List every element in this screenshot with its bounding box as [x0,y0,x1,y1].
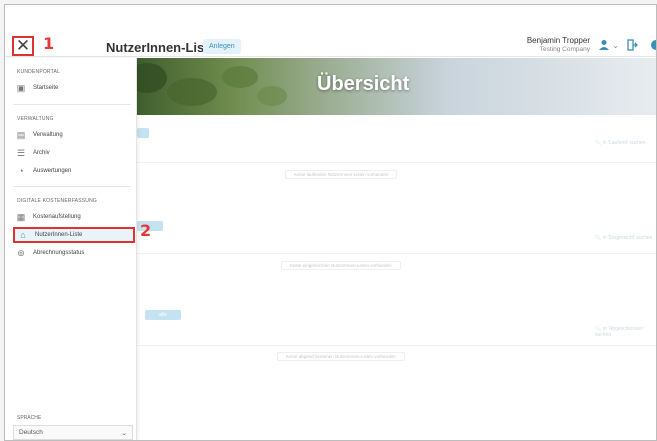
divider-line [137,162,656,163]
search-placeholder: in 'Abgeschlossen' suchen [595,326,644,338]
anlegen-button[interactable]: Anlegen [203,39,241,54]
close-menu-button[interactable]: ✕ [12,36,34,56]
hero-foliage [222,66,258,88]
filter-badge-alle: alle [159,312,167,318]
users-icon: ⌂ [20,230,26,240]
section-header-pill [137,128,149,138]
section-header-pill[interactable]: alle [145,310,181,320]
close-icon: ✕ [15,36,31,55]
main-content: Übersicht 🔍︎ in 'Laufend' suchen Keine l… [137,58,656,440]
page-title: NutzerInnen-Liste [106,40,216,55]
sidebar-item-auswertungen[interactable]: ◔ Auswertungen [15,163,71,179]
sidebar-item-label: Verwaltung [33,132,63,138]
logout-icon[interactable] [627,39,638,54]
cost-list-icon: ▦ [16,211,26,222]
search-placeholder: in 'Laufend' suchen [602,140,646,146]
billing-status-icon: ⊚ [17,247,25,258]
sidebar-divider [13,186,131,187]
empty-state-message: Keine abgeschlossenen NutzerInnen-Listen… [277,352,405,361]
app-window: ✕ 1 NutzerInnen-Liste Anlegen Benjamin T… [4,4,657,441]
user-name: Benjamin Tropper [526,36,590,45]
search-placeholder: in 'Eingereicht' suchen [602,235,653,241]
empty-state-message: Keine eingereichten NutzerInnen-Listen v… [281,261,401,270]
hero-foliage [257,86,287,106]
sidebar-item-label: NutzerInnen-Liste [35,232,83,238]
language-select[interactable]: Deutsch ⌄ [13,425,133,440]
callout-number-1: 1 [43,34,55,53]
top-bar: ✕ 1 NutzerInnen-Liste Anlegen Benjamin T… [5,5,656,57]
sidebar: KUNDENPORTAL ▣ Startseite VERWALTUNG ▤ V… [5,58,137,440]
info-icon[interactable] [650,39,656,54]
empty-state-message: Keine laufenden NutzerInnen-Listen vorha… [285,170,398,179]
sidebar-divider [13,104,131,105]
search-abgeschlossen[interactable]: 🔍︎ in 'Abgeschlossen' suchen [595,326,656,338]
sidebar-item-archiv[interactable]: ☰ Archiv [15,145,50,161]
sidebar-item-kostenaufstellung[interactable]: ▦ Kostenaufstellung [15,209,81,225]
section-heading-verwaltung: VERWALTUNG [17,116,54,122]
hero-foliage [137,63,167,93]
content-overlay: 🔍︎ in 'Laufend' suchen Keine laufenden N… [137,115,656,440]
language-label: SPRACHE [17,415,42,421]
sidebar-item-label: Auswertungen [33,168,72,174]
hero-foliage [167,78,217,106]
sidebar-item-abrechnungsstatus[interactable]: ⊚ Abrechnungsstatus [15,245,84,261]
sidebar-item-label: Archiv [33,150,50,156]
user-info[interactable]: Benjamin Tropper Testing Company [527,36,590,53]
sidebar-item-label: Kostenaufstellung [33,214,81,220]
sidebar-item-label: Startseite [33,85,59,91]
reports-icon: ◔ [18,166,24,176]
hero-banner: Übersicht [137,58,656,115]
search-icon: 🔍︎ [595,235,603,241]
hero-title: Übersicht [317,73,410,95]
archive-icon: ☰ [16,147,26,158]
search-eingereicht[interactable]: 🔍︎ in 'Eingereicht' suchen [595,235,652,241]
chevron-down-icon: ⌄ [121,429,127,437]
admin-icon: ▤ [16,129,26,140]
section-heading-digitale-kostenerfassung: DIGITALE KOSTENERFASSUNG [17,198,98,204]
language-value: Deutsch [19,429,43,436]
dashboard-icon: ▣ [16,82,26,93]
sidebar-item-startseite[interactable]: ▣ Startseite [15,80,59,96]
sidebar-item-label: Abrechnungsstatus [33,250,85,256]
search-icon: 🔍︎ [595,140,603,146]
user-company: Testing Company [539,46,590,53]
sidebar-item-nutzerinnen-liste[interactable]: ⌂ NutzerInnen-Liste [13,227,135,243]
search-laufend[interactable]: 🔍︎ in 'Laufend' suchen [595,140,646,146]
divider-line [137,253,656,254]
sidebar-item-verwaltung[interactable]: ▤ Verwaltung [15,127,63,143]
section-heading-kundenportal: KUNDENPORTAL [17,69,61,75]
callout-number-2: 2 [140,221,152,240]
divider-line [137,345,656,346]
user-profile-icon[interactable] [598,39,610,54]
chevron-down-icon[interactable]: ⌄ [612,41,619,50]
